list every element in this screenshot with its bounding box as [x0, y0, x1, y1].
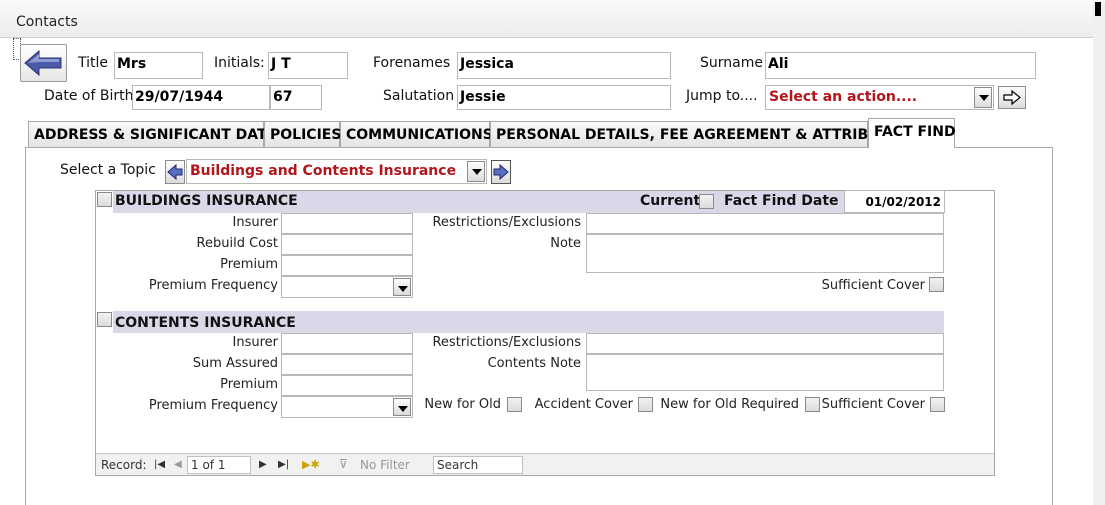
tab-fact-find[interactable]: FACT FIND: [868, 118, 956, 148]
back-arrow-icon: [24, 49, 62, 77]
rebuild-cost-field[interactable]: [281, 234, 413, 255]
tab-address[interactable]: ADDRESS & SIGNIFICANT DATES: [28, 121, 286, 148]
topic-value: Buildings and Contents Insurance: [190, 163, 457, 179]
accident-cover-label: Accident Cover: [534, 397, 633, 412]
title-field[interactable]: Mrs: [114, 52, 203, 79]
note-label: Note: [550, 236, 581, 251]
new-for-old-required-checkbox[interactable]: [805, 397, 820, 412]
chevron-down-icon[interactable]: [974, 87, 992, 108]
filter-icon: ⊽: [339, 457, 348, 471]
contents-sufficient-cover-label: Sufficient Cover: [821, 397, 925, 412]
jump-to-dropdown[interactable]: Select an action....: [765, 85, 994, 110]
rebuild-cost-label: Rebuild Cost: [196, 236, 278, 251]
title-label: Title: [78, 55, 109, 71]
topic-dropdown[interactable]: Buildings and Contents Insurance: [186, 159, 487, 184]
accident-cover-checkbox[interactable]: [638, 397, 653, 412]
sum-assured-field[interactable]: [281, 354, 413, 375]
tab-personal-details[interactable]: PERSONAL DETAILS, FEE AGREEMENT & ATTRIB…: [490, 121, 909, 148]
contents-restrictions-field[interactable]: [586, 333, 944, 354]
jump-to-value: Select an action....: [769, 89, 918, 105]
next-record-icon[interactable]: ▶: [259, 459, 267, 470]
salutation-label: Salutation: [383, 88, 455, 104]
chevron-down-icon[interactable]: [393, 398, 411, 416]
prev-topic-button[interactable]: [165, 160, 185, 184]
contents-insurer-field[interactable]: [281, 333, 413, 354]
scrollbar-thumb[interactable]: [1095, 2, 1101, 16]
contents-premium-frequency-dropdown[interactable]: [281, 396, 413, 418]
contents-title: CONTENTS INSURANCE: [115, 315, 296, 331]
new-for-old-label: New for Old: [424, 397, 501, 412]
premium-frequency-label: Premium Frequency: [148, 278, 278, 293]
new-for-old-checkbox[interactable]: [507, 397, 522, 412]
contents-premium-frequency-label: Premium Frequency: [148, 398, 278, 413]
jump-label: Jump to....: [686, 88, 758, 104]
contents-insurer-label: Insurer: [232, 335, 279, 350]
back-button[interactable]: [20, 44, 67, 82]
record-position-field[interactable]: 1 of 1: [187, 456, 251, 474]
dob-label: Date of Birth: [44, 88, 134, 104]
current-label: Current: [640, 193, 701, 209]
search-input[interactable]: Search: [433, 456, 523, 474]
initials-field[interactable]: J T: [268, 52, 348, 79]
initials-label: Initials:: [214, 55, 265, 71]
window-titlebar: Contacts: [0, 0, 1105, 38]
prev-topic-icon: [167, 163, 183, 181]
insurer-label: Insurer: [232, 215, 279, 230]
salutation-field[interactable]: Jessie: [457, 85, 671, 110]
window-title: Contacts: [16, 14, 78, 30]
buildings-sufficient-cover-checkbox[interactable]: [929, 277, 944, 292]
contents-sufficient-cover-checkbox[interactable]: [930, 397, 945, 412]
premium-label: Premium: [220, 257, 278, 272]
contents-premium-label: Premium: [220, 377, 278, 392]
forenames-label: Forenames: [373, 55, 451, 71]
record-navigation-bar: Record: |◀ ◀ 1 of 1 ▶ ▶| ▶✱ ⊽ No Filter …: [96, 453, 994, 475]
dob-field[interactable]: 29/07/1944: [132, 85, 270, 110]
first-record-icon[interactable]: |◀: [154, 459, 165, 470]
tab-policies[interactable]: POLICIES: [264, 121, 341, 148]
contents-restrictions-label: Restrictions/Exclusions: [432, 335, 581, 350]
buildings-include-checkbox[interactable]: [97, 192, 112, 207]
buildings-premium-frequency-dropdown[interactable]: [281, 276, 413, 298]
sum-assured-label: Sum Assured: [192, 356, 278, 371]
next-topic-icon: [493, 163, 509, 181]
next-topic-button[interactable]: [491, 160, 511, 184]
fact-find-date-field[interactable]: 01/02/2012: [844, 190, 945, 213]
surname-label: Surname: [700, 55, 763, 71]
restrictions-label: Restrictions/Exclusions: [432, 215, 581, 230]
buildings-restrictions-field[interactable]: [586, 213, 944, 234]
go-arrow-icon: [1003, 89, 1021, 106]
chevron-down-icon[interactable]: [393, 278, 411, 296]
prev-record-icon[interactable]: ◀: [174, 459, 182, 470]
new-for-old-required-label: New for Old Required: [660, 397, 799, 412]
buildings-premium-field[interactable]: [281, 255, 413, 276]
chevron-down-icon[interactable]: [467, 161, 485, 182]
buildings-sufficient-cover-label: Sufficient Cover: [821, 278, 925, 293]
forenames-field[interactable]: Jessica: [457, 52, 671, 79]
contents-include-checkbox[interactable]: [97, 312, 112, 327]
contents-note-field[interactable]: [586, 354, 944, 391]
buildings-insurer-field[interactable]: [281, 213, 413, 234]
surname-field[interactable]: Ali: [765, 52, 1036, 79]
no-filter-label[interactable]: No Filter: [360, 458, 410, 472]
new-record-icon[interactable]: ▶✱: [302, 458, 320, 471]
topic-label: Select a Topic: [60, 162, 156, 178]
buildings-title: BUILDINGS INSURANCE: [115, 193, 298, 209]
jump-go-button[interactable]: [998, 86, 1026, 109]
tab-communications[interactable]: COMMUNICATIONS: [340, 121, 493, 148]
record-label: Record:: [101, 458, 147, 472]
last-record-icon[interactable]: ▶|: [278, 459, 289, 470]
fact-find-date-label: Fact Find Date: [724, 193, 839, 209]
current-checkbox[interactable]: [699, 194, 714, 209]
age-field: 67: [270, 85, 322, 110]
buildings-note-field[interactable]: [586, 234, 944, 273]
vertical-scrollbar[interactable]: [1093, 2, 1105, 505]
contents-note-label: Contents Note: [487, 356, 581, 371]
contents-premium-field[interactable]: [281, 375, 413, 396]
